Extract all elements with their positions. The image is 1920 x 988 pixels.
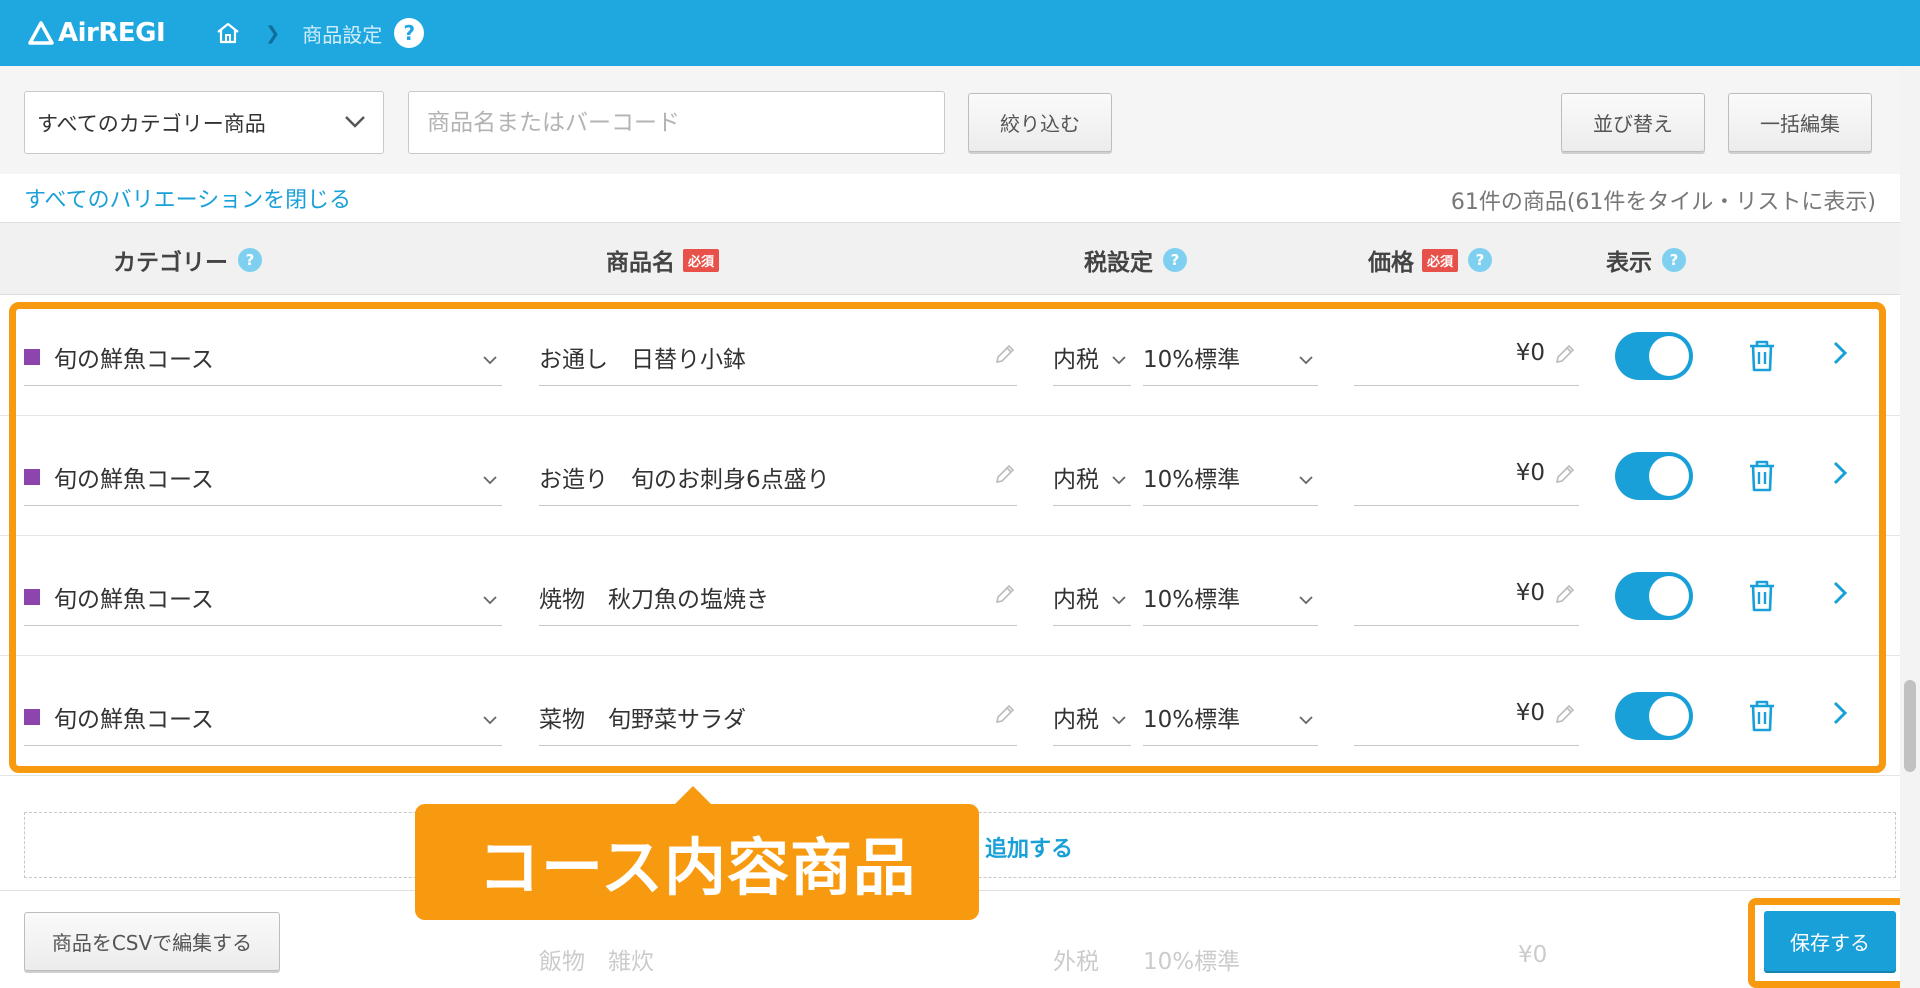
filter-toolbar: すべてのカテゴリー商品 絞り込む 並び替え 一括編集 bbox=[0, 66, 1900, 174]
item-count: 61件の商品(61件をタイル・リストに表示) bbox=[1450, 190, 1876, 215]
logo-icon bbox=[28, 21, 54, 45]
highlight-frame bbox=[9, 302, 1886, 773]
help-icon[interactable]: ? bbox=[394, 18, 425, 48]
table-header: カテゴリー ? 商品名 必須 税設定 ? 価格 必須 ? 表示 ? bbox=[0, 222, 1900, 295]
collapse-variations-link[interactable]: すべてのバリエーションを閉じる bbox=[24, 182, 351, 214]
breadcrumb-current: 商品設定 bbox=[302, 22, 383, 47]
help-icon[interactable]: ? bbox=[238, 248, 262, 272]
category-select[interactable]: すべてのカテゴリー商品 bbox=[24, 91, 384, 154]
add-product-link[interactable]: 追加する bbox=[985, 831, 1073, 863]
required-badge: 必須 bbox=[1422, 248, 1459, 272]
header-display-label: 表示 bbox=[1606, 250, 1652, 276]
help-icon[interactable]: ? bbox=[1662, 248, 1686, 272]
save-button[interactable]: 保存する bbox=[1764, 911, 1896, 971]
header-name: 商品名 必須 bbox=[606, 243, 720, 277]
help-icon[interactable]: ? bbox=[1163, 248, 1187, 272]
header-category-label: カテゴリー bbox=[113, 250, 228, 276]
table-row-partial: 飯物 雑炊 外税 10%標準 ¥0 bbox=[0, 930, 1900, 988]
scrollbar-thumb[interactable] bbox=[1904, 680, 1916, 772]
search-input[interactable] bbox=[408, 91, 945, 154]
product-name-value: 飯物 雑炊 bbox=[539, 949, 654, 975]
header-tax-label: 税設定 bbox=[1084, 250, 1153, 276]
airregi-logo[interactable]: AirREGI bbox=[28, 18, 166, 48]
chevron-down-icon bbox=[345, 116, 365, 128]
top-bar: AirREGI ❯ 商品設定 ? bbox=[0, 0, 1920, 66]
tax-mode-value: 外税 bbox=[1053, 949, 1099, 975]
list-info: すべてのバリエーションを閉じる 61件の商品(61件をタイル・リストに表示) bbox=[0, 174, 1900, 222]
scrollbar[interactable] bbox=[1900, 66, 1920, 988]
home-icon[interactable] bbox=[213, 18, 243, 48]
help-icon[interactable]: ? bbox=[1468, 248, 1493, 272]
logo-text: AirREGI bbox=[58, 18, 166, 48]
required-badge: 必須 bbox=[683, 248, 720, 272]
header-category: カテゴリー ? bbox=[113, 243, 262, 277]
chevron-right-icon: ❯ bbox=[265, 22, 281, 44]
header-tax: 税設定 ? bbox=[1084, 243, 1187, 277]
sort-button[interactable]: 並び替え bbox=[1561, 93, 1705, 152]
filter-button[interactable]: 絞り込む bbox=[968, 93, 1112, 152]
header-display: 表示 ? bbox=[1606, 243, 1686, 277]
callout-pointer bbox=[673, 786, 713, 806]
category-select-value: すべてのカテゴリー商品 bbox=[37, 111, 266, 136]
header-price-label: 価格 bbox=[1368, 250, 1414, 276]
header-name-label: 商品名 bbox=[606, 250, 675, 276]
csv-edit-button[interactable]: 商品をCSVで編集する bbox=[24, 912, 280, 971]
bulk-edit-button[interactable]: 一括編集 bbox=[1728, 93, 1872, 152]
header-price: 価格 必須 ? bbox=[1368, 243, 1493, 277]
tax-rate-value: 10%標準 bbox=[1143, 949, 1241, 975]
price-value: ¥0 bbox=[1518, 942, 1548, 968]
breadcrumb: ❯ 商品設定 ? bbox=[213, 18, 425, 48]
callout-label: コース内容商品 bbox=[415, 804, 979, 920]
